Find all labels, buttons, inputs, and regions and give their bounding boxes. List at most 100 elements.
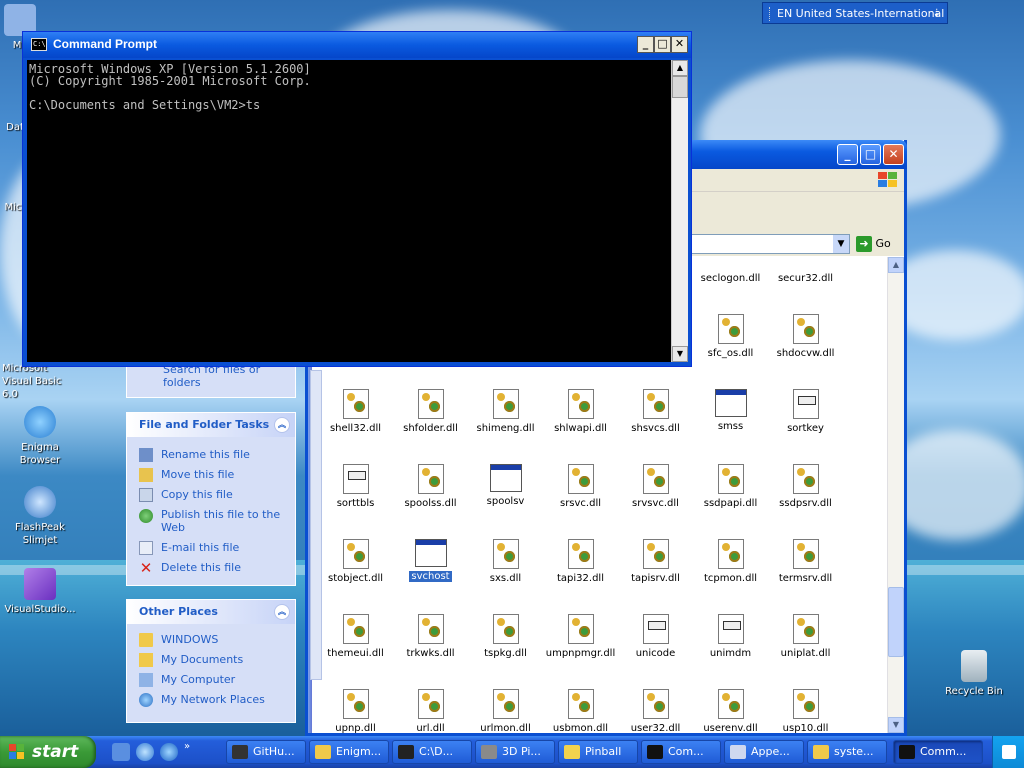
- file-item[interactable]: usbmon.dll: [543, 689, 618, 733]
- file-item[interactable]: shsvcs.dll: [618, 389, 693, 434]
- file-item[interactable]: themeui.dll: [318, 614, 393, 659]
- show-desktop-icon[interactable]: [112, 743, 130, 761]
- taskbar-cmd-1[interactable]: Com...: [641, 740, 721, 764]
- file-item[interactable]: shimeng.dll: [468, 389, 543, 434]
- desktop-icon-visual-studio[interactable]: VisualStudio...: [0, 568, 80, 616]
- scroll-down-button[interactable]: ▼: [888, 717, 904, 733]
- chevron-down-icon[interactable]: ⇣: [933, 3, 941, 25]
- file-item[interactable]: stobject.dll: [318, 539, 393, 584]
- place-windows[interactable]: WINDOWS: [127, 630, 295, 650]
- file-item[interactable]: svchost: [393, 539, 468, 582]
- file-item[interactable]: uniplat.dll: [768, 614, 843, 659]
- place-my-computer[interactable]: My Computer: [127, 670, 295, 690]
- file-item[interactable]: tapisrv.dll: [618, 539, 693, 584]
- file-item[interactable]: upnp.dll: [318, 689, 393, 733]
- taskbar-github[interactable]: GitHu...: [226, 740, 306, 764]
- task-pane-scrollbar[interactable]: [310, 370, 322, 680]
- chevron-down-icon[interactable]: ▼: [833, 235, 849, 253]
- scroll-thumb[interactable]: [888, 587, 904, 657]
- scroll-thumb[interactable]: [672, 76, 688, 98]
- file-item[interactable]: ssdpsrv.dll: [768, 464, 843, 509]
- file-item[interactable]: shell32.dll: [318, 389, 393, 434]
- file-item[interactable]: srsvc.dll: [543, 464, 618, 509]
- file-folder-tasks-header[interactable]: File and Folder Tasks ︽: [127, 413, 295, 437]
- task-delete-file[interactable]: ✕ Delete this file: [127, 558, 295, 578]
- file-item[interactable]: spoolss.dll: [393, 464, 468, 509]
- file-item[interactable]: tcpmon.dll: [693, 539, 768, 584]
- scroll-up-button[interactable]: ▲: [888, 257, 904, 273]
- maximize-button[interactable]: □: [654, 36, 671, 53]
- file-item[interactable]: unicode: [618, 614, 693, 659]
- dll-icon: [492, 389, 519, 419]
- task-copy-file[interactable]: Copy this file: [127, 485, 295, 505]
- file-item[interactable]: sfc_os.dll: [693, 314, 768, 359]
- dll-icon: [567, 689, 594, 719]
- close-button[interactable]: ✕: [671, 36, 688, 53]
- task-publish-file[interactable]: Publish this file to the Web: [127, 505, 295, 538]
- go-button[interactable]: ➜ Go: [856, 234, 902, 254]
- file-item[interactable]: shfolder.dll: [393, 389, 468, 434]
- file-item[interactable]: url.dll: [393, 689, 468, 733]
- start-button[interactable]: start: [0, 736, 96, 768]
- minimize-button[interactable]: _: [837, 144, 858, 165]
- file-item[interactable]: tspkg.dll: [468, 614, 543, 659]
- cmd-scrollbar[interactable]: ▲ ▼: [671, 60, 688, 362]
- rename-icon: [139, 448, 153, 462]
- place-my-documents[interactable]: My Documents: [127, 650, 295, 670]
- taskbar-cmd-2[interactable]: Comm...: [893, 740, 983, 764]
- task-move-file[interactable]: Move this file: [127, 465, 295, 485]
- collapse-icon[interactable]: ︽: [274, 417, 290, 433]
- taskbar-appearance[interactable]: Appe...: [724, 740, 804, 764]
- dll-icon: [642, 539, 669, 569]
- file-item[interactable]: usp10.dll: [768, 689, 843, 733]
- close-button[interactable]: ✕: [883, 144, 904, 165]
- taskbar-pinball[interactable]: Pinball: [558, 740, 638, 764]
- taskbar-enigma[interactable]: Enigm...: [309, 740, 389, 764]
- minimize-button[interactable]: _: [637, 36, 654, 53]
- file-item[interactable]: seclogon.dll: [693, 257, 768, 284]
- scroll-down-button[interactable]: ▼: [672, 346, 688, 362]
- file-item[interactable]: sortkey: [768, 389, 843, 434]
- file-item[interactable]: ssdpapi.dll: [693, 464, 768, 509]
- file-item[interactable]: umpnpmgr.dll: [543, 614, 618, 659]
- browser-icon[interactable]: [136, 743, 154, 761]
- collapse-icon[interactable]: ︽: [274, 604, 290, 620]
- file-item[interactable]: smss: [693, 389, 768, 432]
- file-item[interactable]: unimdm: [693, 614, 768, 659]
- taskbar-3d-pinball[interactable]: 3D Pi...: [475, 740, 555, 764]
- file-item[interactable]: srvsvc.dll: [618, 464, 693, 509]
- file-list-scrollbar[interactable]: ▲ ▼: [887, 257, 904, 733]
- file-item[interactable]: shdocvw.dll: [768, 314, 843, 359]
- taskbar-7zip[interactable]: C:\D...: [392, 740, 472, 764]
- file-item[interactable]: sorttbls: [318, 464, 393, 509]
- cmd-console-output[interactable]: Microsoft Windows XP [Version 5.1.2600] …: [27, 60, 671, 362]
- internet-explorer-icon[interactable]: [160, 743, 178, 761]
- task-rename-file[interactable]: Rename this file: [127, 445, 295, 465]
- desktop-icon-visual-basic[interactable]: Microsoft Visual Basic 6.0: [0, 362, 80, 401]
- file-item[interactable]: sxs.dll: [468, 539, 543, 584]
- file-item[interactable]: secur32.dll: [768, 257, 843, 284]
- chevron-right-icon[interactable]: »: [184, 741, 190, 752]
- file-item[interactable]: urlmon.dll: [468, 689, 543, 733]
- maximize-button[interactable]: □: [860, 144, 881, 165]
- file-item[interactable]: tapi32.dll: [543, 539, 618, 584]
- network-icon[interactable]: [1002, 745, 1016, 759]
- desktop-icon-recycle-bin[interactable]: Recycle Bin: [934, 650, 1014, 698]
- taskbar-system32[interactable]: syste...: [807, 740, 887, 764]
- place-network-places[interactable]: My Network Places: [127, 690, 295, 710]
- file-item[interactable]: spoolsv: [468, 464, 543, 507]
- dll-icon: [642, 389, 669, 419]
- dll-icon: [717, 689, 744, 719]
- file-item[interactable]: termsrv.dll: [768, 539, 843, 584]
- other-places-header[interactable]: Other Places ︽: [127, 600, 295, 624]
- cmd-titlebar[interactable]: C:\ Command Prompt _ □ ✕: [23, 32, 691, 58]
- desktop-icon-enigma-browser[interactable]: Enigma Browser: [0, 406, 80, 467]
- desktop-icon-slimjet[interactable]: FlashPeak Slimjet: [0, 486, 80, 547]
- file-item[interactable]: userenv.dll: [693, 689, 768, 733]
- file-item[interactable]: trkwks.dll: [393, 614, 468, 659]
- language-bar[interactable]: EN United States-International ⇣: [762, 2, 948, 24]
- task-email-file[interactable]: E-mail this file: [127, 538, 295, 558]
- scroll-up-button[interactable]: ▲: [672, 60, 688, 76]
- file-item[interactable]: shlwapi.dll: [543, 389, 618, 434]
- file-item[interactable]: user32.dll: [618, 689, 693, 733]
